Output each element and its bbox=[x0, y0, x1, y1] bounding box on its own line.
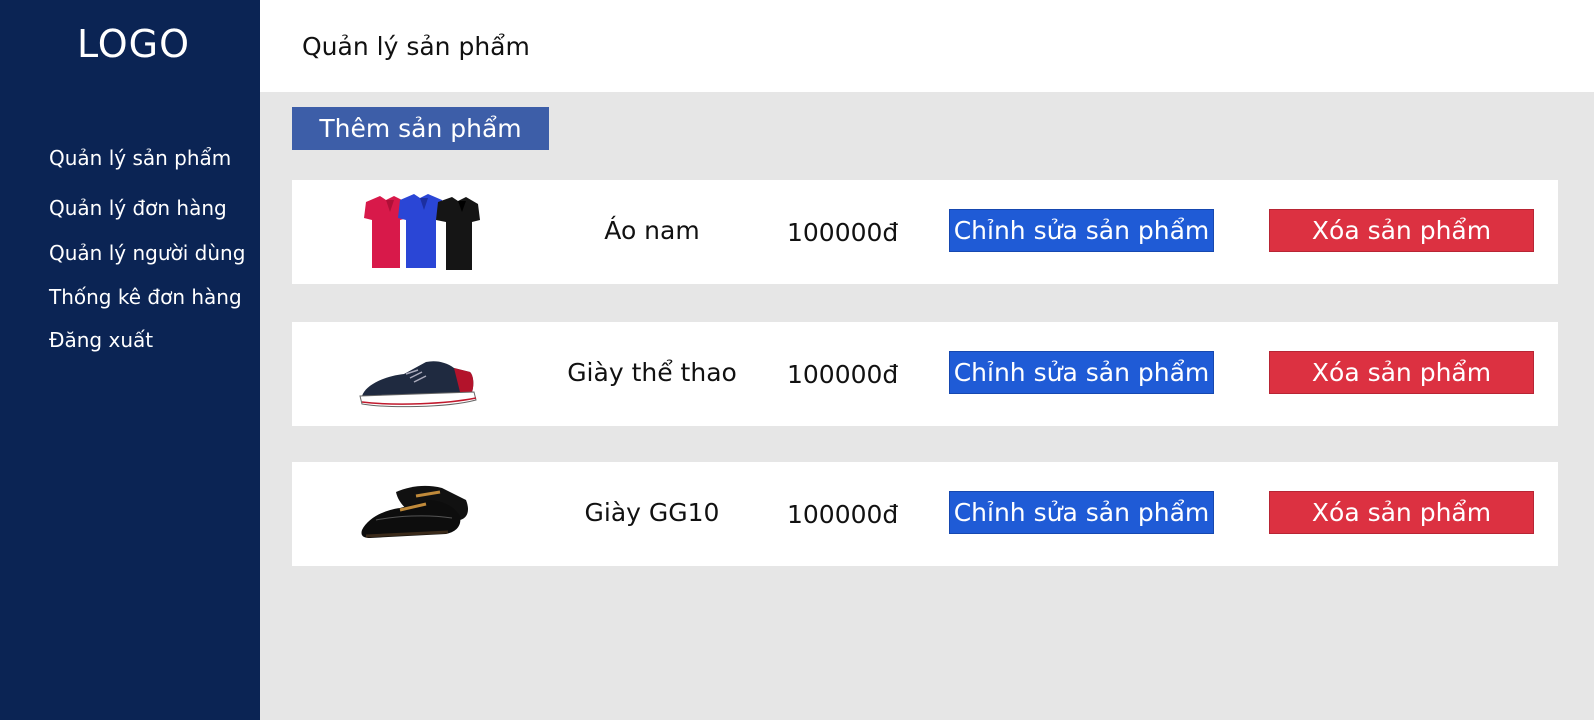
sidebar-item-logout[interactable]: Đăng xuất bbox=[49, 328, 153, 352]
edit-product-button[interactable]: Chỉnh sửa sản phẩm bbox=[949, 491, 1214, 534]
delete-product-button[interactable]: Xóa sản phẩm bbox=[1269, 209, 1534, 252]
page-title: Quản lý sản phẩm bbox=[302, 32, 530, 61]
product-price: 100000đ bbox=[787, 218, 899, 247]
product-name: Giày GG10 bbox=[584, 498, 720, 527]
add-product-button[interactable]: Thêm sản phẩm bbox=[292, 107, 549, 150]
product-price: 100000đ bbox=[787, 360, 899, 389]
sidebar-item-products[interactable]: Quản lý sản phẩm bbox=[49, 146, 231, 170]
sidebar: LOGO Quản lý sản phẩm Quản lý đơn hàng Q… bbox=[0, 0, 260, 720]
header: Quản lý sản phẩm bbox=[260, 0, 1594, 92]
sneaker-image bbox=[356, 330, 486, 418]
delete-product-button[interactable]: Xóa sản phẩm bbox=[1269, 351, 1534, 394]
edit-product-button[interactable]: Chỉnh sửa sản phẩm bbox=[949, 351, 1214, 394]
logo: LOGO bbox=[76, 22, 191, 66]
product-row: Giày GG10 100000đ Chỉnh sửa sản phẩm Xóa… bbox=[292, 462, 1558, 566]
product-name: Giày thể thao bbox=[567, 358, 737, 387]
edit-product-button[interactable]: Chỉnh sửa sản phẩm bbox=[949, 209, 1214, 252]
product-name: Áo nam bbox=[604, 216, 700, 245]
sidebar-item-order-stats[interactable]: Thống kê đơn hàng bbox=[49, 285, 242, 309]
product-price: 100000đ bbox=[787, 500, 899, 529]
sidebar-item-orders[interactable]: Quản lý đơn hàng bbox=[49, 196, 227, 220]
delete-product-button[interactable]: Xóa sản phẩm bbox=[1269, 491, 1534, 534]
polo-shirts-image bbox=[356, 188, 486, 276]
loafer-shoes-image bbox=[356, 470, 486, 558]
product-row: Áo nam 100000đ Chỉnh sửa sản phẩm Xóa sả… bbox=[292, 180, 1558, 284]
product-row: Giày thể thao 100000đ Chỉnh sửa sản phẩm… bbox=[292, 322, 1558, 426]
sidebar-item-users[interactable]: Quản lý người dùng bbox=[49, 241, 245, 265]
